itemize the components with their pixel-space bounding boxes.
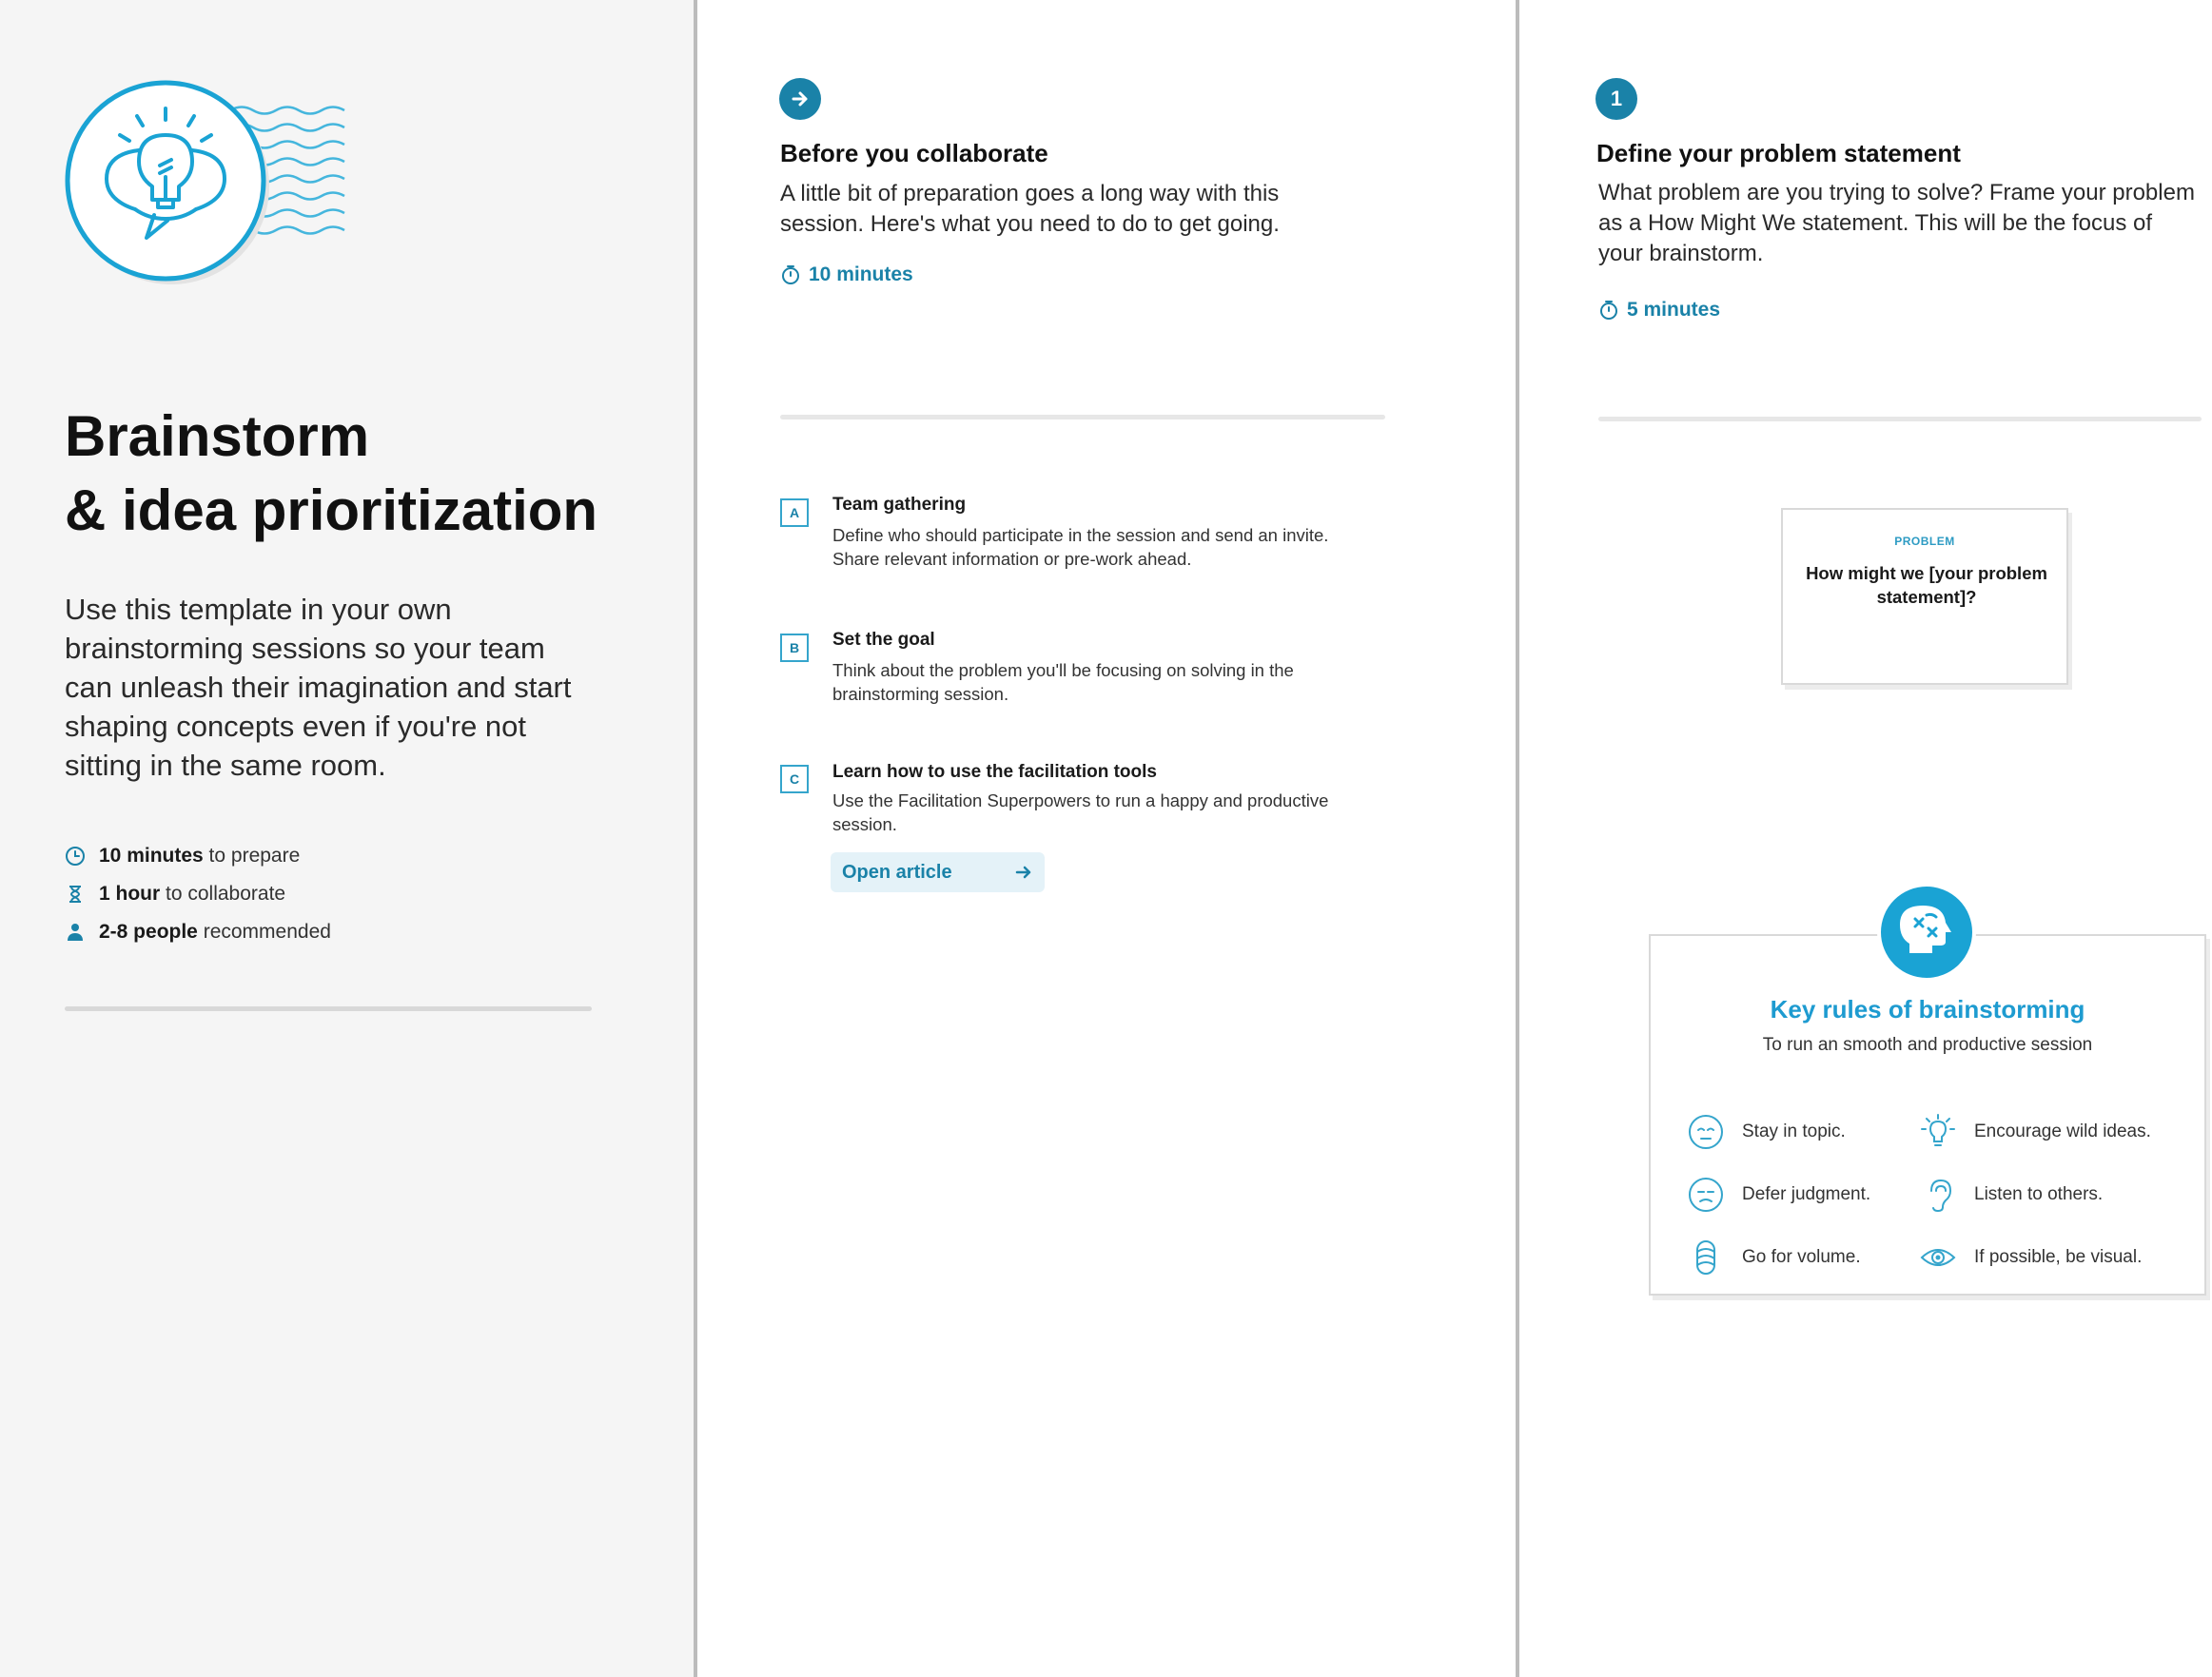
before-collaborate-description: A little bit of preparation goes a long … — [780, 181, 1280, 237]
stopwatch-icon — [1600, 301, 1617, 320]
rules-card-subtitle: To run an smooth and productive session — [1762, 1035, 2093, 1055]
rule-label: Listen to others. — [1974, 1184, 2104, 1204]
rule-label: Encourage wild ideas. — [1974, 1121, 2151, 1141]
rule-go-for-volume: Go for volume. — [1687, 1237, 1861, 1278]
meta-collaborate-text: to collaborate — [160, 883, 286, 905]
intro-panel: Brainstorm & idea prioritization Use thi… — [0, 0, 697, 1677]
left-divider — [65, 1006, 592, 1011]
rules-card: Key rules of brainstorming To run an smo… — [1649, 934, 2206, 1296]
face-icon — [1689, 1115, 1723, 1149]
before-collaborate-title: Before you collaborate — [780, 139, 1048, 167]
head-brain-glyph — [1900, 906, 1951, 953]
letter-badge-c: C — [780, 765, 809, 793]
item-title-facilitation-tools: Learn how to use the facilitation tools — [832, 762, 1157, 782]
arrow-step-badge — [779, 78, 821, 120]
arrow-right-icon — [1015, 866, 1031, 879]
rule-defer-judgment: Defer judgment. — [1687, 1174, 1870, 1216]
before-collaborate-timer: 10 minutes — [780, 263, 913, 286]
before-collaborate-timer-text: 10 minutes — [809, 263, 913, 285]
problem-statement-description: What problem are you trying to solve? Fr… — [1598, 180, 2195, 266]
stopwatch-icon — [782, 265, 799, 284]
meta-people: 2-8 people recommended — [65, 913, 331, 951]
right-divider — [1598, 417, 2202, 421]
problem-statement-title: Define your problem statement — [1596, 139, 1961, 167]
arrow-right-icon — [792, 91, 808, 107]
problem-statement-timer-text: 5 minutes — [1627, 299, 1721, 321]
lightbulb-speech-hero-icon — [65, 80, 345, 284]
meta-people-text: recommended — [197, 921, 331, 943]
meta-collaborate-bold: 1 hour — [99, 883, 161, 905]
item-title-set-goal: Set the goal — [832, 630, 935, 650]
rule-encourage-wild-ideas: Encourage wild ideas. — [1919, 1111, 2151, 1153]
ear-icon — [1930, 1179, 1952, 1213]
rule-label: Go for volume. — [1742, 1247, 1861, 1267]
problem-card-text: How might we [your problem statement]? — [1806, 563, 2047, 607]
meta-people-bold: 2-8 people — [99, 921, 198, 943]
meta-collaborate-time: 1 hour to collaborate — [65, 875, 285, 913]
middle-divider — [780, 415, 1385, 419]
meta-prepare-time: 10 minutes to prepare — [65, 837, 300, 875]
item-title-team-gathering: Team gathering — [832, 495, 967, 515]
step-number-badge: 1 — [1595, 78, 1637, 120]
rule-stay-in-topic: Stay in topic. — [1687, 1111, 1846, 1153]
rule-label: Stay in topic. — [1742, 1121, 1846, 1141]
letter-badge-a: A — [780, 498, 809, 527]
head-brain-icon — [1877, 883, 1976, 982]
item-desc-set-goal: Think about the problem you'll be focusi… — [832, 660, 1294, 704]
clock-icon — [66, 847, 85, 866]
problem-card-label: PROBLEM — [1894, 535, 1955, 548]
rule-label: Defer judgment. — [1742, 1184, 1871, 1204]
open-article-button[interactable]: Open article — [831, 852, 1045, 892]
face-neutral-icon — [1689, 1178, 1723, 1212]
intro-description: Use this template in your own brainstorm… — [65, 593, 572, 782]
lightbulb-icon — [1921, 1114, 1955, 1146]
rules-card-title: Key rules of brainstorming — [1770, 995, 2085, 1024]
before-collaborate-panel — [697, 0, 1519, 1677]
stack-icon — [1696, 1240, 1715, 1275]
rule-label: If possible, be visual. — [1974, 1247, 2143, 1267]
page-title-line-1: Brainstorm — [65, 404, 370, 468]
open-article-label: Open article — [842, 861, 952, 883]
page-title: Brainstorm & idea prioritization — [65, 400, 674, 548]
item-desc-team-gathering: Define who should participate in the ses… — [832, 525, 1329, 569]
letter-badge-b: B — [780, 634, 809, 662]
page-title-line-2: & idea prioritization — [65, 478, 598, 542]
item-desc-facilitation-tools: Use the Facilitation Superpowers to run … — [832, 790, 1329, 834]
rule-listen-to-others: Listen to others. — [1919, 1174, 2103, 1216]
eye-icon — [1920, 1249, 1956, 1266]
problem-card[interactable]: PROBLEM How might we [your problem state… — [1781, 508, 2068, 685]
person-icon — [68, 924, 83, 941]
problem-statement-timer: 5 minutes — [1598, 299, 1720, 322]
hourglass-icon — [69, 886, 81, 903]
rule-be-visual: If possible, be visual. — [1919, 1237, 2142, 1278]
meta-prepare-text: to prepare — [203, 845, 301, 867]
meta-prepare-bold: 10 minutes — [99, 845, 204, 867]
